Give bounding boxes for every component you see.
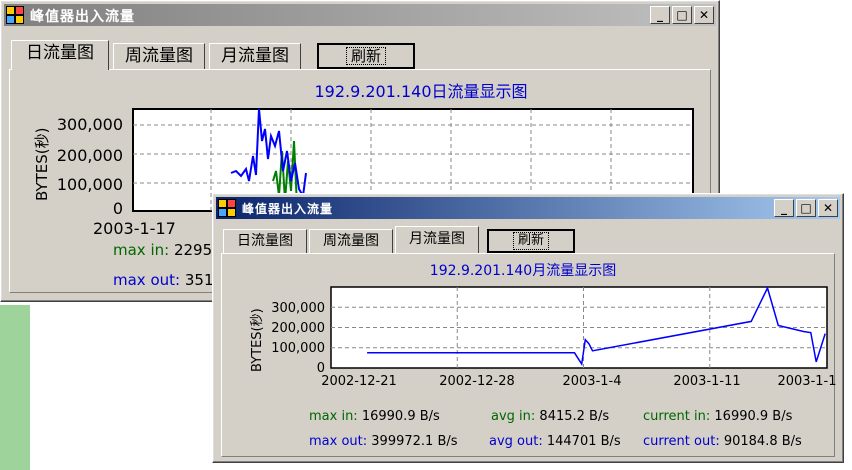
front-chart-title: 192.9.201.140月流量显示图 [429,263,617,279]
back-title-bar[interactable]: 峰值器出入流量 _ □ ✕ [4,4,716,26]
maximize-button[interactable]: □ [796,199,816,217]
tab-monthly[interactable]: 月流量图 [209,43,301,69]
front-title-bar[interactable]: 峰值器出入流量 _ □ ✕ [216,197,840,219]
back-window-title: 峰值器出入流量 [30,9,135,25]
front-ytick-100k: 100,000 [271,341,325,356]
refresh-button[interactable]: 刷新 [487,229,575,253]
tab-monthly[interactable]: 月流量图 [395,226,479,253]
tab-daily[interactable]: 日流量图 [11,40,109,70]
back-ytick-300k: 300,000 [57,115,123,134]
back-max-in: max in: 2295 [113,241,213,259]
front-xtick-5: 2003-1-1 [777,374,836,389]
tab-weekly[interactable]: 周流量图 [113,43,205,69]
background-green-strip [0,305,30,470]
front-window-title: 峰值器出入流量 [242,202,334,216]
front-xtick-2: 2002-12-28 [439,374,515,389]
front-xtick-3: 2003-1-4 [562,374,621,389]
front-current-out: current out: 90184.8 B/s [643,434,802,449]
close-button[interactable]: ✕ [818,199,838,217]
back-ylabel: BYTES(秒) [33,128,51,202]
back-ytick-100k: 100,000 [57,175,123,194]
back-max-out: max out: 351 [113,271,214,289]
minimize-button[interactable]: _ [774,199,794,217]
front-max-in: max in: 16990.9 B/s [309,409,440,424]
tab-daily[interactable]: 日流量图 [223,229,307,253]
back-chart-title: 192.9.201.140日流量显示图 [314,82,528,101]
front-ylabel: BYTES(秒) [250,308,265,372]
back-ytick-200k: 200,000 [57,146,123,165]
front-xtick-1: 2002-12-21 [321,374,397,389]
tab-weekly[interactable]: 周流量图 [309,229,393,253]
back-ytick-0: 0 [113,199,123,218]
minimize-button[interactable]: _ [650,6,670,24]
front-avg-out: avg out: 144701 B/s [489,434,621,449]
app-icon [218,199,236,217]
front-max-out: max out: 399972.1 B/s [309,434,458,449]
front-avg-in: avg in: 8415.2 B/s [491,409,610,424]
front-ytick-300k: 300,000 [271,301,325,316]
front-window: 峰值器出入流量 _ □ ✕ 日流量图 周流量图 月流量图 刷新 192.9.20… [212,193,844,463]
back-xtick: 2003-1-17 [93,219,176,238]
refresh-button[interactable]: 刷新 [317,43,415,69]
close-button[interactable]: ✕ [694,6,714,24]
front-ytick-200k: 200,000 [271,321,325,336]
app-icon [6,6,24,24]
maximize-button[interactable]: □ [672,6,692,24]
front-current-in: current in: 16990.9 B/s [643,409,793,424]
front-xtick-4: 2003-1-11 [673,374,740,389]
front-chart: BYTES(秒) 300,000 200,000 100,000 0 2002-… [250,285,837,389]
